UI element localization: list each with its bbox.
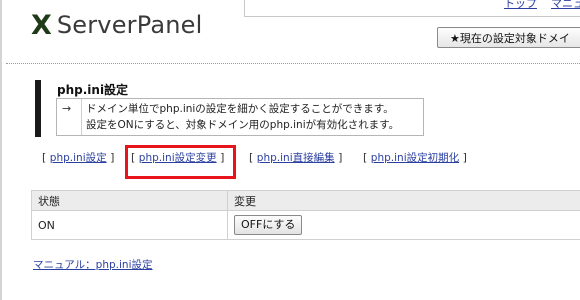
tab-phpini-reset-link[interactable]: php.ini設定初期化 [371, 152, 459, 164]
highlight-box [125, 145, 236, 179]
header-change: 変更 [227, 190, 580, 211]
nav-top-link[interactable]: トップ [504, 0, 537, 11]
tab-phpini-direct-edit[interactable]: [ php.ini直接編集 ] [249, 150, 342, 165]
logo-mark: X [31, 9, 52, 41]
nav-manual-link[interactable]: マニュ [551, 0, 580, 11]
description-divider [81, 99, 82, 135]
table-header-row: 状態 変更 [31, 190, 580, 211]
section-title: php.ini設定 [57, 83, 129, 97]
status-value: ON [31, 210, 228, 240]
arrow-icon: → [62, 102, 72, 115]
description-box: → ドメイン単位でphp.iniの設定を細かく設定することができます。 設定をO… [56, 98, 424, 136]
manual-link[interactable]: マニュアル：php.ini設定 [33, 257, 153, 272]
table-row: ON OFFにする [31, 210, 580, 240]
top-nav: トップ マニュ [244, 0, 580, 17]
change-cell: OFFにする [227, 210, 580, 240]
tab-menu: [ php.ini設定 ] [ php.ini設定変更 ] [ php.ini直… [0, 150, 580, 170]
status-table: 状態 変更 ON OFFにする [31, 190, 580, 240]
tab-phpini-reset[interactable]: [ php.ini設定初期化 ] [363, 150, 467, 165]
header-status: 状態 [31, 190, 228, 211]
description-line-2: 設定をONにすると、対象ドメイン用のphp.iniが有効化されます。 [86, 119, 400, 131]
header-divider [6, 63, 580, 64]
turn-off-button[interactable]: OFFにする [234, 215, 303, 235]
description-line-1: ドメイン単位でphp.iniの設定を細かく設定することができます。 [86, 103, 394, 115]
tab-phpini-settings-link[interactable]: php.ini設定 [50, 152, 107, 164]
tab-phpini-direct-edit-link[interactable]: php.ini直接編集 [257, 152, 335, 164]
current-target-domain-button[interactable]: ★現在の設定対象ドメイ [437, 27, 580, 48]
section-marker [35, 80, 41, 137]
tab-phpini-settings[interactable]: [ php.ini設定 ] [42, 150, 114, 165]
logo-text: ServerPanel [56, 11, 203, 39]
serverpanel-logo: X ServerPanel [31, 9, 202, 41]
